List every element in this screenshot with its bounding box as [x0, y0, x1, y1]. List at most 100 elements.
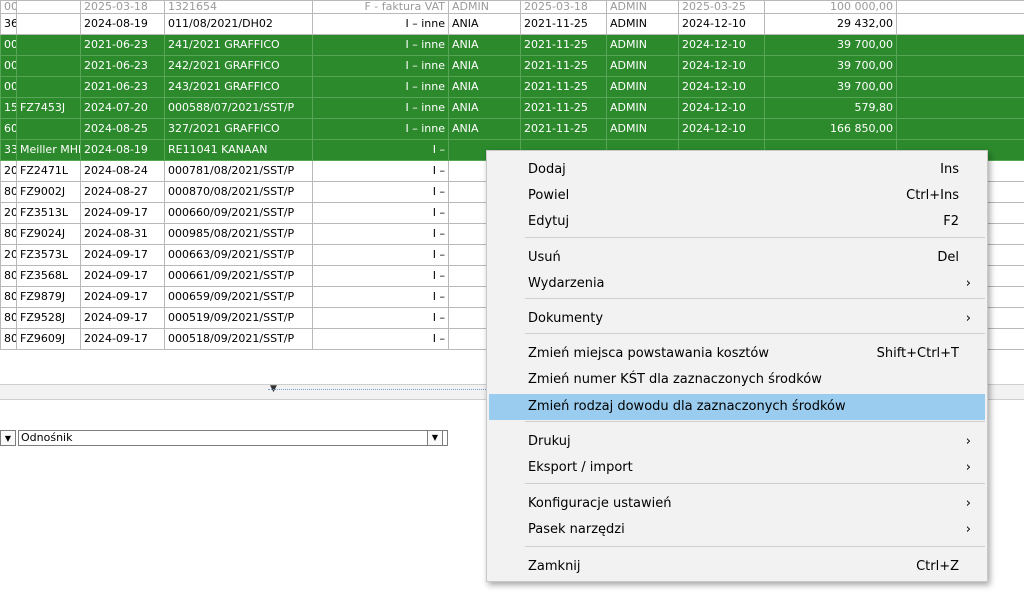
table-cell — [896, 0, 1024, 14]
table-cell: 00 — [0, 34, 17, 56]
table-cell: 2024-08-19 — [80, 13, 165, 35]
table-cell: 000518/09/2021/SST/P — [164, 328, 313, 350]
menu-item[interactable]: Edytuj F2 — [489, 209, 985, 235]
table-cell: I – inne — [312, 13, 449, 35]
table-cell: ADMIN — [606, 13, 679, 35]
table-row[interactable]: 002025-03-181321654F - faktura VATADMIN2… — [0, 0, 1024, 14]
table-cell — [16, 76, 81, 98]
table-cell: 2024-12-10 — [678, 55, 765, 77]
table-row[interactable]: 00 2021-06-23243/2021 GRAFFICOI – inneANI… — [0, 76, 1024, 98]
table-row[interactable]: 15FZ7453J2024-07-20000588/07/2021/SST/PI… — [0, 97, 1024, 119]
table-cell: 80 — [0, 265, 17, 287]
table-cell: 80 — [0, 307, 17, 329]
menu-item-shortcut: Ctrl+Ins — [906, 188, 959, 203]
table-cell: 166 850,00 — [764, 118, 897, 140]
menu-item-label: Dokumenty — [528, 311, 604, 326]
table-cell: ADMIN — [606, 0, 679, 14]
table-cell: 000519/09/2021/SST/P — [164, 307, 313, 329]
table-cell: ADMIN — [606, 97, 679, 119]
menu-item[interactable]: Dokumenty › — [489, 306, 985, 332]
table-cell: 241/2021 GRAFFICO — [164, 34, 313, 56]
table-cell: 2024-09-17 — [80, 202, 165, 224]
table-cell: FZ9879J — [16, 286, 81, 308]
chevron-right-icon: › — [965, 522, 971, 537]
menu-separator — [525, 546, 985, 547]
table-cell: 000659/09/2021/SST/P — [164, 286, 313, 308]
table-cell: 2024-08-24 — [80, 160, 165, 182]
menu-item[interactable]: Usuń Del — [489, 245, 985, 271]
table-cell: 2024-09-17 — [80, 244, 165, 266]
table-cell: 2024-08-31 — [80, 223, 165, 245]
table-cell: I – inne — [312, 76, 449, 98]
table-cell: 80 — [0, 328, 17, 350]
chevron-right-icon: › — [965, 496, 971, 511]
menu-item-shortcut: Shift+Ctrl+T — [876, 346, 959, 361]
table-cell: I – — [312, 181, 449, 203]
table-cell — [16, 0, 81, 14]
menu-item-shortcut: Ins — [940, 162, 959, 177]
table-cell: 80 — [0, 223, 17, 245]
table-cell: 2025-03-25 — [678, 0, 765, 14]
menu-item[interactable]: Konfiguracje ustawień › — [489, 491, 985, 517]
table-cell: 2021-11-25 — [520, 13, 607, 35]
table-row[interactable]: 36 2024-08-19011/08/2021/DH02I – inneANIA… — [0, 13, 1024, 35]
table-cell: 000985/08/2021/SST/P — [164, 223, 313, 245]
menu-separator — [525, 421, 985, 422]
table-row[interactable]: 00 2021-06-23241/2021 GRAFFICOI – inneANI… — [0, 34, 1024, 56]
reference-combobox[interactable]: Odnośnik ▼ — [18, 430, 448, 446]
menu-item[interactable]: Zamknij Ctrl+Z — [489, 554, 985, 580]
chevron-right-icon: › — [965, 434, 971, 449]
table-cell: ADMIN — [606, 34, 679, 56]
table-cell: 2024-08-27 — [80, 181, 165, 203]
menu-item-label: Konfiguracje ustawień — [528, 496, 672, 511]
table-cell: 15 — [0, 97, 17, 119]
table-cell: 000663/09/2021/SST/P — [164, 244, 313, 266]
menu-item[interactable]: Zmień rodzaj dowodu dla zaznaczonych śro… — [489, 394, 985, 420]
table-cell: 20 — [0, 244, 17, 266]
table-cell — [16, 55, 81, 77]
table-cell: 2024-08-25 — [80, 118, 165, 140]
menu-item[interactable]: Zmień numer KŚT dla zaznaczonych środków — [489, 367, 985, 393]
menu-item[interactable]: Eksport / import › — [489, 455, 985, 481]
table-cell: 2021-06-23 — [80, 34, 165, 56]
menu-item-label: Zmień numer KŚT dla zaznaczonych środków — [528, 372, 822, 387]
table-cell: ANIA — [448, 118, 521, 140]
table-cell: 243/2021 GRAFFICO — [164, 76, 313, 98]
table-cell: 2024-09-17 — [80, 286, 165, 308]
table-cell: 2021-11-25 — [520, 97, 607, 119]
menu-item-label: Dodaj — [528, 162, 566, 177]
table-cell: FZ7453J — [16, 97, 81, 119]
menu-item[interactable]: Pasek narzędzi › — [489, 517, 985, 543]
menu-item[interactable]: Wydarzenia › — [489, 271, 985, 297]
table-cell: 2021-11-25 — [520, 118, 607, 140]
table-cell: FZ2471L — [16, 160, 81, 182]
table-cell: 39 700,00 — [764, 55, 897, 77]
table-cell: FZ9528J — [16, 307, 81, 329]
dropdown-arrow-icon[interactable]: ▼ — [427, 430, 443, 446]
table-cell: I – — [312, 244, 449, 266]
table-cell: 327/2021 GRAFFICO — [164, 118, 313, 140]
table-cell: RE11041 KANAAN — [164, 139, 313, 161]
table-cell: 000661/09/2021/SST/P — [164, 265, 313, 287]
table-row[interactable]: 00 2021-06-23242/2021 GRAFFICOI – inneANI… — [0, 55, 1024, 77]
table-cell: 2025-03-18 — [520, 0, 607, 14]
table-cell: 2024-09-17 — [80, 265, 165, 287]
table-row[interactable]: 60 2024-08-25327/2021 GRAFFICOI – inneANI… — [0, 118, 1024, 140]
table-cell: 000781/08/2021/SST/P — [164, 160, 313, 182]
table-cell: 2024-09-17 — [80, 328, 165, 350]
menu-item-label: Wydarzenia — [528, 276, 605, 291]
menu-item[interactable]: Zmień miejsca powstawania kosztów Shift+C… — [489, 341, 985, 367]
table-cell: I – inne — [312, 34, 449, 56]
table-cell: I – — [312, 223, 449, 245]
table-cell: 2024-12-10 — [678, 97, 765, 119]
scrollbar-thumb[interactable] — [268, 389, 498, 394]
dropdown-arrow-icon[interactable]: ▼ — [0, 430, 16, 446]
table-cell: 579,80 — [764, 97, 897, 119]
menu-item[interactable]: Powiel Ctrl+Ins — [489, 183, 985, 209]
table-cell: 20 — [0, 202, 17, 224]
menu-item-shortcut: Ctrl+Z — [916, 559, 959, 574]
table-cell: 60 — [0, 118, 17, 140]
table-cell: ANIA — [448, 55, 521, 77]
menu-item[interactable]: Drukuj › — [489, 429, 985, 455]
menu-item[interactable]: Dodaj Ins — [489, 157, 985, 183]
